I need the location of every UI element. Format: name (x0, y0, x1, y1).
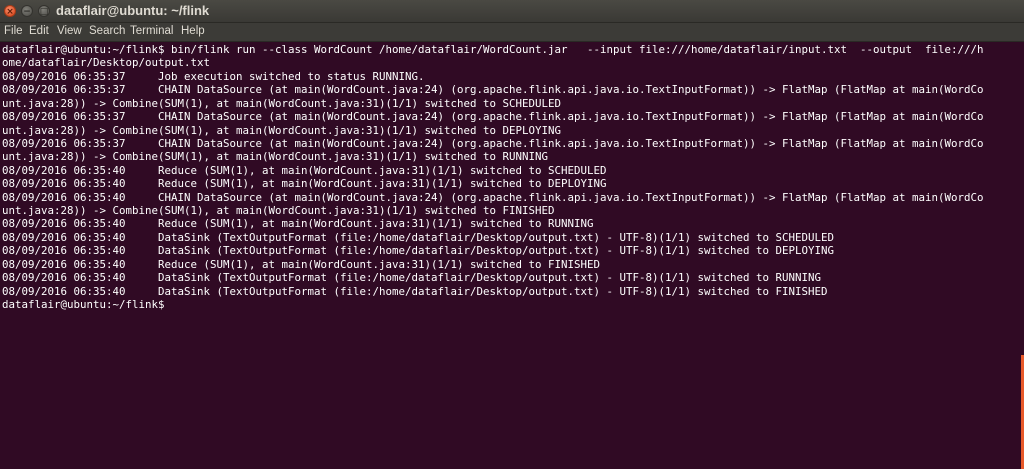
menu-file[interactable]: File (4, 25, 23, 37)
title-bar[interactable]: × − □ dataflair@ubuntu: ~/flink (0, 0, 1024, 23)
terminal-line: 08/09/2016 06:35:40 Reduce (SUM(1), at m… (2, 217, 594, 231)
terminal-line: 08/09/2016 06:35:37 Job execution switch… (2, 69, 425, 83)
terminal-line: dataflair@ubuntu:~/flink$ bin/flink run … (2, 43, 984, 56)
minimize-icon[interactable]: − (21, 5, 33, 17)
menu-view[interactable]: View (57, 25, 82, 37)
terminal-line: 08/09/2016 06:35:40 Reduce (SUM(1), at m… (2, 177, 607, 191)
menu-help[interactable]: Help (181, 25, 205, 37)
terminal-line: 08/09/2016 06:35:37 CHAIN DataSource (at… (2, 83, 984, 97)
terminal-line: 08/09/2016 06:35:40 DataSink (TextOutput… (2, 230, 835, 244)
close-icon[interactable]: × (4, 5, 16, 17)
terminal-output-area[interactable]: dataflair@ubuntu:~/flink$ bin/flink run … (0, 42, 1020, 469)
scrollbar[interactable] (1020, 42, 1024, 469)
terminal-line: 08/09/2016 06:35:40 CHAIN DataSource (at… (2, 190, 984, 204)
terminal-text: dataflair@ubuntu:~/flink$ bin/flink run … (2, 43, 1018, 311)
terminal-line: unt.java:28)) -> Combine(SUM(1), at main… (2, 204, 555, 218)
menu-terminal[interactable]: Terminal (130, 25, 173, 37)
maximize-icon[interactable]: □ (38, 5, 50, 17)
terminal-line: unt.java:28)) -> Combine(SUM(1), at main… (2, 123, 562, 137)
terminal-line: unt.java:28)) -> Combine(SUM(1), at main… (2, 96, 562, 110)
window-title: dataflair@ubuntu: ~/flink (56, 3, 210, 18)
terminal-line: 08/09/2016 06:35:37 CHAIN DataSource (at… (2, 110, 984, 124)
terminal-line: 08/09/2016 06:35:40 Reduce (SUM(1), at m… (2, 257, 601, 271)
menu-bar: File Edit View Search Terminal Help (0, 23, 1024, 42)
menu-edit[interactable]: Edit (29, 25, 49, 37)
menu-search[interactable]: Search (89, 25, 125, 37)
terminal-line: 08/09/2016 06:35:40 DataSink (TextOutput… (2, 271, 822, 285)
terminal-window: × − □ dataflair@ubuntu: ~/flink File Edi… (0, 0, 1024, 469)
terminal-line: 08/09/2016 06:35:37 CHAIN DataSource (at… (2, 136, 984, 150)
terminal-line: 08/09/2016 06:35:40 DataSink (TextOutput… (2, 244, 835, 258)
terminal-line: ome/dataflair/Desktop/output.txt (2, 56, 211, 70)
terminal-line: dataflair@ubuntu:~/flink$ (2, 298, 165, 312)
terminal-line: 08/09/2016 06:35:40 DataSink (TextOutput… (2, 284, 828, 298)
terminal-line: 08/09/2016 06:35:40 Reduce (SUM(1), at m… (2, 163, 607, 177)
terminal-line: unt.java:28)) -> Combine(SUM(1), at main… (2, 150, 549, 164)
